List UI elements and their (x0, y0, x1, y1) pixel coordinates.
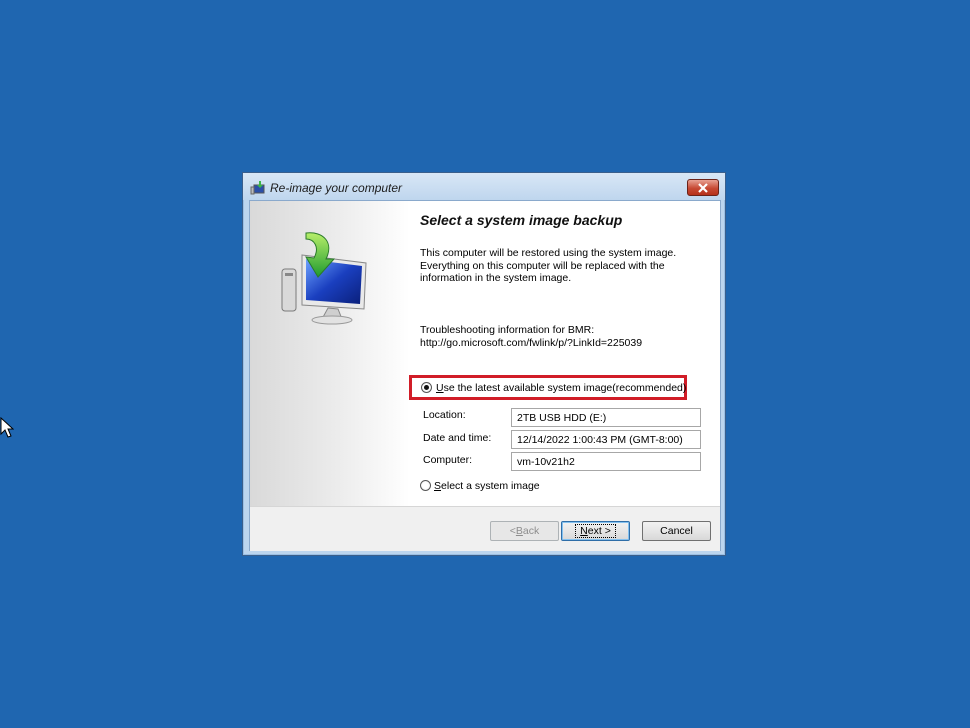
datetime-label: Date and time: (423, 432, 492, 444)
close-button[interactable] (687, 179, 719, 196)
back-button[interactable]: < Back (490, 521, 559, 541)
computer-restore-icon (281, 232, 367, 325)
select-image-label[interactable]: Select a system image (434, 480, 540, 492)
title-bar: Re-image your computer (243, 173, 725, 200)
cancel-button[interactable]: Cancel (642, 521, 711, 541)
location-field: 2TB USB HDD (E:) (511, 408, 701, 427)
latest-image-option-highlight: Use the latest available system image(re… (409, 375, 687, 400)
description-text: This computer will be restored using the… (420, 247, 677, 284)
window-title: Re-image your computer (270, 181, 403, 195)
troubleshooting-label: Troubleshooting information for BMR: (420, 324, 595, 336)
page-heading: Select a system image backup (420, 212, 623, 228)
mouse-cursor-icon (0, 417, 14, 438)
system-restore-icon (250, 181, 265, 195)
button-bar: < Back Next > Cancel (250, 506, 720, 551)
select-image-radio[interactable] (420, 480, 431, 491)
datetime-field: 12/14/2022 1:00:43 PM (GMT-8:00) (511, 430, 701, 449)
computer-label: Computer: (423, 454, 473, 466)
dialog-client-area: Select a system image backup This comput… (249, 200, 721, 551)
reimage-dialog: Re-image your computer Select a system i… (242, 172, 726, 556)
latest-image-radio[interactable] (421, 382, 432, 393)
location-label: Location: (423, 409, 466, 421)
computer-field: vm-10v21h2 (511, 452, 701, 471)
close-icon (698, 182, 708, 193)
latest-image-label[interactable]: Use the latest available system image(re… (436, 382, 686, 394)
next-button[interactable]: Next > (561, 521, 630, 541)
side-panel (250, 201, 410, 506)
troubleshooting-link[interactable]: http://go.microsoft.com/fwlink/p/?LinkId… (420, 337, 705, 350)
troubleshooting-info: Troubleshooting information for BMR: htt… (420, 324, 705, 349)
